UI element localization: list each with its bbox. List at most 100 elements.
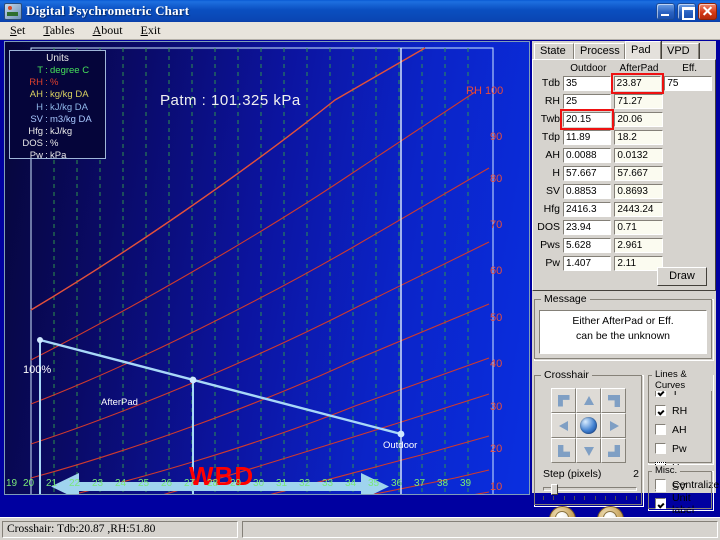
pad-tab-panel: Outdoor AfterPad Eff. Tdb 35 23.87 75 RH… <box>532 59 716 291</box>
move-up-button[interactable] <box>576 388 601 413</box>
close-button[interactable] <box>698 2 717 20</box>
cell-dos-eff <box>666 220 712 235</box>
move-down-right-button[interactable] <box>601 438 626 463</box>
x-tick-29: 29 <box>230 478 242 489</box>
message-text: Either AfterPad or Eff. can be the unkno… <box>539 310 707 354</box>
input-pw-outdoor[interactable]: 1.407 <box>563 255 612 271</box>
tab-state[interactable]: State <box>534 43 574 59</box>
checkbox-centralize-icon[interactable] <box>655 479 666 490</box>
checkbox-pw-icon[interactable] <box>655 443 666 454</box>
center-crosshair-button[interactable] <box>576 413 601 438</box>
input-h-outdoor[interactable]: 57.667 <box>563 165 612 181</box>
globe-icon <box>580 417 597 434</box>
row-label-dos: DOS <box>537 221 560 233</box>
column-header-eff: Eff. <box>682 63 698 74</box>
input-dos-outdoor[interactable]: 23.94 <box>563 219 612 235</box>
move-down-left-button[interactable] <box>551 438 576 463</box>
x-tick-30: 30 <box>253 478 265 489</box>
input-tdb-outdoor[interactable]: 35 <box>563 75 611 91</box>
step-slider[interactable] <box>543 484 637 495</box>
move-down-button[interactable] <box>576 438 601 463</box>
cell-h-eff <box>666 166 712 181</box>
crosshair-group: Crosshair Step (pixels) 2 <box>534 369 644 533</box>
menu-item-exit[interactable]: Exit <box>133 22 169 39</box>
rh-curve-label-70: 70 <box>490 219 503 231</box>
app-icon <box>4 2 22 20</box>
row-label-rh: RH <box>544 95 560 107</box>
input-pws-outdoor[interactable]: 5.628 <box>563 237 612 253</box>
table-row: AH 0.0088 0.0132 <box>533 146 715 164</box>
status-bar: Crosshair: Tdb:20.87 ,RH:51.80 <box>0 517 720 540</box>
row-label-pw: Pw <box>545 257 560 269</box>
lines-curves-group: Lines & Curves T RH AH Pw H SV <box>648 369 714 493</box>
checkbox-unit-label-label: Unit label <box>672 491 695 516</box>
unit-value: m3/kg DA <box>50 113 92 125</box>
units-row-dos: DOS:% <box>10 138 105 150</box>
x-tick-33: 33 <box>322 478 334 489</box>
unit-symbol: DOS <box>22 138 43 150</box>
row-label-twb: Twb <box>540 113 560 125</box>
input-rh-outdoor[interactable]: 25 <box>563 93 612 109</box>
x-tick-34: 34 <box>345 478 357 489</box>
x-tick-39: 39 <box>460 478 472 489</box>
checkbox-row-ah[interactable]: AH <box>649 420 713 439</box>
input-tdb-afterpad[interactable]: 23.87 <box>610 72 665 94</box>
move-up-left-button[interactable] <box>551 388 576 413</box>
table-row: SV 0.8853 0.8693 <box>533 182 715 200</box>
cell-hfg-eff <box>666 202 712 217</box>
slider-thumb[interactable] <box>551 484 558 495</box>
input-tdp-outdoor[interactable]: 11.89 <box>563 129 612 145</box>
window-controls <box>656 2 717 20</box>
unit-colon: : <box>45 113 48 125</box>
rh-curve-label-30: 30 <box>490 401 503 413</box>
arrow-down-left-icon <box>558 445 570 457</box>
move-right-button[interactable] <box>601 413 626 438</box>
arrow-left-icon <box>558 420 568 431</box>
checkbox-unit-label-icon[interactable] <box>655 498 666 509</box>
input-tdb-eff[interactable]: 75 <box>664 75 713 91</box>
x-tick-20: 20 <box>23 478 35 489</box>
checkbox-rh-icon[interactable] <box>655 405 666 416</box>
input-sv-outdoor[interactable]: 0.8853 <box>563 183 612 199</box>
checkbox-row-pw[interactable]: Pw <box>649 439 713 458</box>
menu-item-set[interactable]: Set <box>2 22 33 39</box>
x-tick-26: 26 <box>161 478 173 489</box>
input-hfg-outdoor[interactable]: 2416.3 <box>563 201 612 217</box>
tab-strip: State Process Pad VPD <box>532 41 716 59</box>
rh-curve-label-10: 10 <box>490 481 503 493</box>
tab-vpd[interactable]: VPD <box>661 43 699 59</box>
misc-group: Misc. Centralize Unit label <box>648 465 719 516</box>
checkbox-row-rh[interactable]: RH <box>649 401 713 420</box>
column-header-afterpad: AfterPad <box>619 63 659 74</box>
value-rh-afterpad: 71.27 <box>614 93 663 109</box>
atmospheric-pressure-label: Patm : 101.325 kPa <box>160 92 301 109</box>
arrow-down-icon <box>583 446 594 456</box>
psychrometric-chart[interactable]: Units T: degree C RH:% AH: kg/kg DA H: kJ/k… <box>4 41 530 495</box>
misc-title: Misc. <box>652 465 681 476</box>
tab-pad[interactable]: Pad <box>625 41 661 59</box>
unit-colon: : <box>45 138 48 150</box>
table-row: RH 25 71.27 <box>533 92 715 110</box>
draw-button[interactable]: Draw <box>657 267 707 286</box>
rh-curve-label-40: 40 <box>490 358 503 370</box>
x-tick-21: 21 <box>46 478 58 489</box>
move-up-right-button[interactable] <box>601 388 626 413</box>
unit-value: kJ/kg <box>50 126 73 138</box>
title-bar: Digital Psychrometric Chart <box>0 0 720 23</box>
grid-header-spacer <box>533 63 563 74</box>
x-tick-36: 36 <box>391 478 403 489</box>
tab-process[interactable]: Process <box>574 43 625 59</box>
minimize-button[interactable] <box>656 2 675 20</box>
row-label-tdp: Tdp <box>541 131 560 143</box>
checkbox-ah-icon[interactable] <box>655 424 666 435</box>
menu-item-about[interactable]: About <box>85 22 131 39</box>
input-twb-outdoor[interactable]: 20.15 <box>559 108 615 130</box>
move-left-button[interactable] <box>551 413 576 438</box>
menu-bar: Set Tables About Exit <box>0 22 720 40</box>
unit-value: kg/kg DA <box>50 89 89 101</box>
maximize-button[interactable] <box>677 2 696 20</box>
checkbox-row-unit-label[interactable]: Unit label <box>649 491 713 516</box>
menu-item-tables[interactable]: Tables <box>35 22 82 39</box>
input-ah-outdoor[interactable]: 0.0088 <box>563 147 612 163</box>
unit-colon: : <box>45 77 48 89</box>
